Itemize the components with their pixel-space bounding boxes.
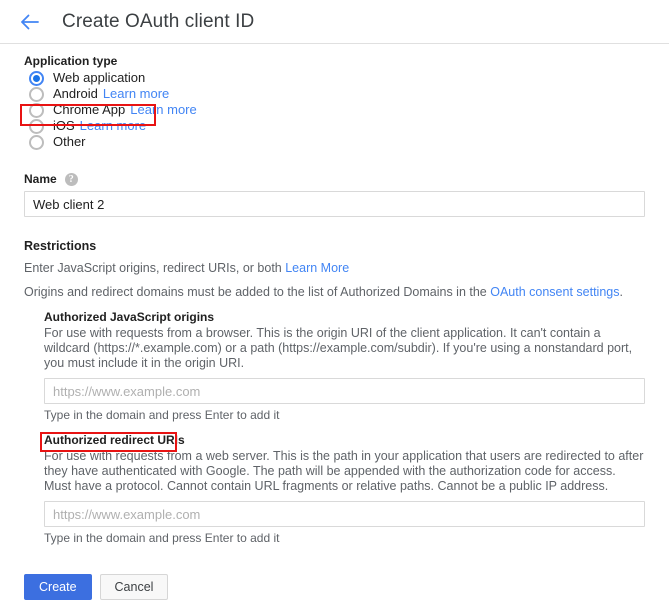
authorized-redirect-uris-input[interactable] <box>44 501 645 527</box>
restrictions-line-2-suffix: . <box>619 285 623 299</box>
authorized-redirect-uris-description: For use with requests from a web server.… <box>44 449 644 493</box>
radio-button-icon[interactable] <box>29 86 44 102</box>
radio-button-icon[interactable] <box>29 102 44 118</box>
page-header: Create OAuth client ID <box>0 0 669 44</box>
restrictions-line-1-text: Enter JavaScript origins, redirect URIs,… <box>24 261 286 275</box>
help-circle-icon[interactable]: ? <box>64 172 78 186</box>
learn-more-link-restrictions[interactable]: Learn More <box>285 261 349 275</box>
restrictions-line-2: Origins and redirect domains must be add… <box>24 284 645 300</box>
name-label: Name <box>24 172 57 186</box>
name-input[interactable] <box>24 191 645 217</box>
radio-option-label: Chrome App <box>53 102 126 117</box>
restrictions-line-1: Enter JavaScript origins, redirect URIs,… <box>24 260 645 276</box>
application-type-label: Application type <box>24 54 118 68</box>
learn-more-link-ios[interactable]: Learn more <box>80 118 146 134</box>
restrictions-line-2-text: Origins and redirect domains must be add… <box>24 285 491 299</box>
radio-button-icon[interactable] <box>29 70 44 86</box>
radio-option-web-application[interactable]: Web application <box>24 70 645 86</box>
radio-option-chrome-app[interactable]: Chrome App Learn more <box>24 102 645 118</box>
radio-option-label: Android <box>53 86 98 101</box>
name-label-row: Name ? <box>24 172 645 186</box>
create-button[interactable]: Create <box>24 574 92 600</box>
radio-option-label: Other <box>53 134 86 149</box>
form-content: Application type Web application Android… <box>0 44 669 600</box>
authorized-redirect-uris-block: Authorized redirect URIs For use with re… <box>44 433 645 546</box>
restrictions-section: Restrictions Enter JavaScript origins, r… <box>24 239 645 546</box>
authorized-redirect-uris-title: Authorized redirect URIs <box>44 433 185 447</box>
form-actions: Create Cancel <box>24 574 645 600</box>
authorized-javascript-origins-input[interactable] <box>44 378 645 404</box>
radio-option-android[interactable]: Android Learn more <box>24 86 645 102</box>
learn-more-link-android[interactable]: Learn more <box>103 86 169 102</box>
radio-option-other[interactable]: Other <box>24 134 645 150</box>
back-arrow-icon[interactable] <box>18 10 42 34</box>
learn-more-link-chrome-app[interactable]: Learn more <box>130 102 196 118</box>
application-type-radio-group: Web application Android Learn more Chrom… <box>24 70 645 150</box>
authorized-javascript-origins-description: For use with requests from a browser. Th… <box>44 326 633 370</box>
radio-option-ios[interactable]: iOS Learn more <box>24 118 645 134</box>
radio-button-icon[interactable] <box>29 118 44 134</box>
page-title: Create OAuth client ID <box>62 10 255 32</box>
oauth-consent-settings-link[interactable]: OAuth consent settings <box>490 285 619 299</box>
authorized-javascript-origins-title: Authorized JavaScript origins <box>44 310 215 324</box>
authorized-javascript-origins-hint: Type in the domain and press Enter to ad… <box>44 408 280 422</box>
radio-option-label: Web application <box>53 70 146 85</box>
authorized-redirect-uris-hint: Type in the domain and press Enter to ad… <box>44 531 280 545</box>
restrictions-heading: Restrictions <box>24 239 97 253</box>
cancel-button[interactable]: Cancel <box>99 574 169 600</box>
radio-button-icon[interactable] <box>29 134 44 150</box>
radio-option-label: iOS <box>53 118 75 133</box>
name-field-block: Name ? <box>24 172 645 217</box>
authorized-javascript-origins-block: Authorized JavaScript origins For use wi… <box>44 310 645 423</box>
